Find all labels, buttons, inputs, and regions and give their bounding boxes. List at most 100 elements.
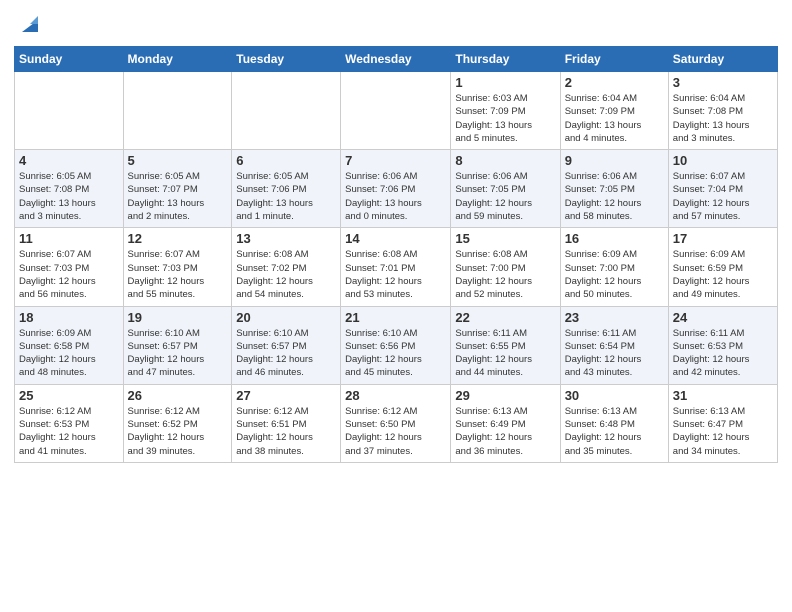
calendar-day-cell bbox=[232, 72, 341, 150]
day-info: Sunrise: 6:13 AMSunset: 6:47 PMDaylight:… bbox=[673, 405, 773, 458]
calendar-week-row: 4 Sunrise: 6:05 AMSunset: 7:08 PMDaylight… bbox=[15, 150, 778, 228]
calendar-day-cell: 31 Sunrise: 6:13 AMSunset: 6:47 PMDayligh… bbox=[668, 384, 777, 462]
day-number: 2 bbox=[565, 75, 664, 90]
calendar-day-cell: 28 Sunrise: 6:12 AMSunset: 6:50 PMDayligh… bbox=[341, 384, 451, 462]
day-number: 11 bbox=[19, 231, 119, 246]
day-number: 31 bbox=[673, 388, 773, 403]
day-info: Sunrise: 6:12 AMSunset: 6:52 PMDaylight:… bbox=[128, 405, 228, 458]
day-info: Sunrise: 6:05 AMSunset: 7:08 PMDaylight:… bbox=[19, 170, 119, 223]
calendar-day-cell: 3 Sunrise: 6:04 AMSunset: 7:08 PMDaylight… bbox=[668, 72, 777, 150]
day-info: Sunrise: 6:10 AMSunset: 6:57 PMDaylight:… bbox=[236, 327, 336, 380]
day-number: 30 bbox=[565, 388, 664, 403]
calendar-day-cell: 25Sunrise: 6:12 AMSunset: 6:53 PMDayligh… bbox=[15, 384, 124, 462]
day-number: 1 bbox=[455, 75, 555, 90]
day-number: 12 bbox=[128, 231, 228, 246]
day-info: Sunrise: 6:11 AMSunset: 6:54 PMDaylight:… bbox=[565, 327, 664, 380]
logo-icon bbox=[16, 10, 44, 38]
calendar-day-cell: 17Sunrise: 6:09 AMSunset: 6:59 PMDayligh… bbox=[668, 228, 777, 306]
calendar-day-cell: 19 Sunrise: 6:10 AMSunset: 6:57 PMDayligh… bbox=[123, 306, 232, 384]
logo bbox=[14, 10, 44, 38]
calendar-day-cell: 21 Sunrise: 6:10 AMSunset: 6:56 PMDayligh… bbox=[341, 306, 451, 384]
day-info: Sunrise: 6:11 AMSunset: 6:55 PMDaylight:… bbox=[455, 327, 555, 380]
weekday-header: Tuesday bbox=[232, 47, 341, 72]
calendar-day-cell: 13 Sunrise: 6:08 AMSunset: 7:02 PMDayligh… bbox=[232, 228, 341, 306]
calendar-day-cell: 14 Sunrise: 6:08 AMSunset: 7:01 PMDayligh… bbox=[341, 228, 451, 306]
day-info: Sunrise: 6:12 AMSunset: 6:50 PMDaylight:… bbox=[345, 405, 446, 458]
day-info: Sunrise: 6:06 AMSunset: 7:05 PMDaylight:… bbox=[565, 170, 664, 223]
day-number: 13 bbox=[236, 231, 336, 246]
calendar-week-row: 1Sunrise: 6:03 AMSunset: 7:09 PMDaylight… bbox=[15, 72, 778, 150]
day-info: Sunrise: 6:08 AMSunset: 7:02 PMDaylight:… bbox=[236, 248, 336, 301]
day-info: Sunrise: 6:12 AMSunset: 6:51 PMDaylight:… bbox=[236, 405, 336, 458]
calendar-day-cell: 1Sunrise: 6:03 AMSunset: 7:09 PMDaylight… bbox=[451, 72, 560, 150]
day-number: 14 bbox=[345, 231, 446, 246]
day-info: Sunrise: 6:04 AMSunset: 7:08 PMDaylight:… bbox=[673, 92, 773, 145]
day-info: Sunrise: 6:13 AMSunset: 6:48 PMDaylight:… bbox=[565, 405, 664, 458]
day-number: 22 bbox=[455, 310, 555, 325]
calendar-day-cell: 22 Sunrise: 6:11 AMSunset: 6:55 PMDayligh… bbox=[451, 306, 560, 384]
weekday-header: Wednesday bbox=[341, 47, 451, 72]
calendar-day-cell: 11 Sunrise: 6:07 AMSunset: 7:03 PMDayligh… bbox=[15, 228, 124, 306]
day-number: 28 bbox=[345, 388, 446, 403]
day-number: 23 bbox=[565, 310, 664, 325]
day-number: 4 bbox=[19, 153, 119, 168]
day-info: Sunrise: 6:05 AMSunset: 7:07 PMDaylight:… bbox=[128, 170, 228, 223]
calendar-day-cell: 5 Sunrise: 6:05 AMSunset: 7:07 PMDaylight… bbox=[123, 150, 232, 228]
day-info: Sunrise: 6:13 AMSunset: 6:49 PMDaylight:… bbox=[455, 405, 555, 458]
day-number: 5 bbox=[128, 153, 228, 168]
weekday-header: Saturday bbox=[668, 47, 777, 72]
calendar-day-cell: 10 Sunrise: 6:07 AMSunset: 7:04 PMDayligh… bbox=[668, 150, 777, 228]
calendar-day-cell: 29 Sunrise: 6:13 AMSunset: 6:49 PMDayligh… bbox=[451, 384, 560, 462]
day-number: 19 bbox=[128, 310, 228, 325]
day-number: 29 bbox=[455, 388, 555, 403]
day-info: Sunrise: 6:07 AMSunset: 7:03 PMDaylight:… bbox=[128, 248, 228, 301]
calendar-day-cell bbox=[15, 72, 124, 150]
calendar-header-row: SundayMondayTuesdayWednesdayThursdayFrid… bbox=[15, 47, 778, 72]
day-number: 3 bbox=[673, 75, 773, 90]
day-info: Sunrise: 6:06 AMSunset: 7:06 PMDaylight:… bbox=[345, 170, 446, 223]
day-number: 21 bbox=[345, 310, 446, 325]
calendar-day-cell bbox=[123, 72, 232, 150]
day-number: 20 bbox=[236, 310, 336, 325]
day-info: Sunrise: 6:07 AMSunset: 7:03 PMDaylight:… bbox=[19, 248, 119, 301]
calendar-day-cell: 2 Sunrise: 6:04 AMSunset: 7:09 PMDaylight… bbox=[560, 72, 668, 150]
day-number: 24 bbox=[673, 310, 773, 325]
day-info: Sunrise: 6:09 AMSunset: 6:58 PMDaylight:… bbox=[19, 327, 119, 380]
calendar-day-cell: 16Sunrise: 6:09 AMSunset: 7:00 PMDayligh… bbox=[560, 228, 668, 306]
calendar-week-row: 25Sunrise: 6:12 AMSunset: 6:53 PMDayligh… bbox=[15, 384, 778, 462]
calendar-day-cell: 6 Sunrise: 6:05 AMSunset: 7:06 PMDaylight… bbox=[232, 150, 341, 228]
day-info: Sunrise: 6:10 AMSunset: 6:56 PMDaylight:… bbox=[345, 327, 446, 380]
calendar-day-cell: 15Sunrise: 6:08 AMSunset: 7:00 PMDayligh… bbox=[451, 228, 560, 306]
weekday-header: Friday bbox=[560, 47, 668, 72]
day-number: 6 bbox=[236, 153, 336, 168]
day-number: 15 bbox=[455, 231, 555, 246]
calendar-day-cell: 4 Sunrise: 6:05 AMSunset: 7:08 PMDaylight… bbox=[15, 150, 124, 228]
calendar-week-row: 11 Sunrise: 6:07 AMSunset: 7:03 PMDayligh… bbox=[15, 228, 778, 306]
day-info: Sunrise: 6:05 AMSunset: 7:06 PMDaylight:… bbox=[236, 170, 336, 223]
calendar-day-cell: 7Sunrise: 6:06 AMSunset: 7:06 PMDaylight… bbox=[341, 150, 451, 228]
calendar-day-cell: 26 Sunrise: 6:12 AMSunset: 6:52 PMDayligh… bbox=[123, 384, 232, 462]
calendar-table: SundayMondayTuesdayWednesdayThursdayFrid… bbox=[14, 46, 778, 463]
day-info: Sunrise: 6:04 AMSunset: 7:09 PMDaylight:… bbox=[565, 92, 664, 145]
calendar-day-cell: 20 Sunrise: 6:10 AMSunset: 6:57 PMDayligh… bbox=[232, 306, 341, 384]
day-info: Sunrise: 6:10 AMSunset: 6:57 PMDaylight:… bbox=[128, 327, 228, 380]
calendar-day-cell: 18 Sunrise: 6:09 AMSunset: 6:58 PMDayligh… bbox=[15, 306, 124, 384]
day-number: 25 bbox=[19, 388, 119, 403]
day-info: Sunrise: 6:11 AMSunset: 6:53 PMDaylight:… bbox=[673, 327, 773, 380]
header bbox=[14, 10, 778, 38]
calendar-day-cell bbox=[341, 72, 451, 150]
calendar-day-cell: 8Sunrise: 6:06 AMSunset: 7:05 PMDaylight… bbox=[451, 150, 560, 228]
calendar-day-cell: 30 Sunrise: 6:13 AMSunset: 6:48 PMDayligh… bbox=[560, 384, 668, 462]
day-number: 17 bbox=[673, 231, 773, 246]
day-info: Sunrise: 6:08 AMSunset: 7:01 PMDaylight:… bbox=[345, 248, 446, 301]
day-number: 18 bbox=[19, 310, 119, 325]
weekday-header: Thursday bbox=[451, 47, 560, 72]
weekday-header: Monday bbox=[123, 47, 232, 72]
day-number: 10 bbox=[673, 153, 773, 168]
day-number: 9 bbox=[565, 153, 664, 168]
day-number: 26 bbox=[128, 388, 228, 403]
calendar-day-cell: 27Sunrise: 6:12 AMSunset: 6:51 PMDayligh… bbox=[232, 384, 341, 462]
day-number: 16 bbox=[565, 231, 664, 246]
day-info: Sunrise: 6:06 AMSunset: 7:05 PMDaylight:… bbox=[455, 170, 555, 223]
day-info: Sunrise: 6:07 AMSunset: 7:04 PMDaylight:… bbox=[673, 170, 773, 223]
